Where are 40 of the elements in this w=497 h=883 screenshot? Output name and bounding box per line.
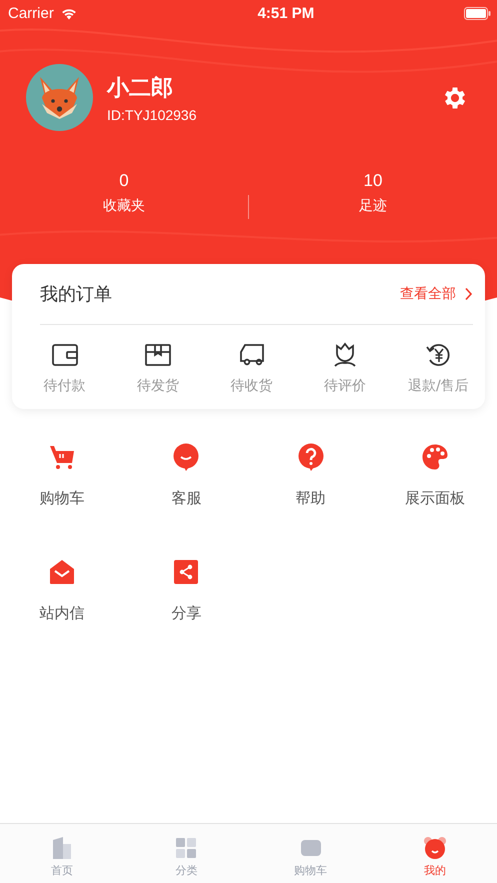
carrier-text: Carrier [8, 4, 54, 22]
fox-avatar[interactable] [26, 64, 93, 131]
order-status-label[interactable]: 待收货 [230, 377, 273, 395]
menu-label[interactable]: 分享 [171, 604, 202, 623]
menu-label[interactable]: 帮助 [296, 489, 326, 508]
bear-face-icon [422, 836, 447, 860]
flower-icon[interactable] [332, 341, 358, 369]
share-icon[interactable] [173, 558, 200, 586]
menu-label[interactable]: 购物车 [40, 489, 85, 508]
user-id: ID:TYJ102936 [107, 106, 198, 122]
mail-icon[interactable] [48, 558, 76, 586]
tab[interactable]: 我的 [372, 824, 497, 883]
refund-icon[interactable] [425, 341, 452, 369]
orders-title: 我的订单 [40, 283, 112, 306]
grid-icon [174, 836, 198, 860]
stat-count[interactable]: 0 [119, 171, 129, 191]
stat-label[interactable]: 足迹 [359, 197, 387, 215]
status-time: 4:51 PM [258, 4, 314, 22]
stat-label[interactable]: 收藏夹 [103, 197, 145, 215]
user-name: 小二郎 [107, 74, 174, 102]
help-icon[interactable] [296, 443, 325, 471]
order-status-label[interactable]: 退款/售后 [408, 377, 469, 395]
menu-label[interactable]: 展示面板 [404, 489, 465, 508]
wallet-icon[interactable] [52, 341, 78, 369]
menu-label[interactable]: 站内信 [40, 604, 85, 623]
package-icon[interactable] [145, 341, 172, 369]
view-all-link[interactable]: 查看全部 [400, 285, 473, 303]
order-status-label[interactable]: 待评价 [324, 377, 366, 395]
stat-count[interactable]: 10 [364, 171, 382, 191]
tab[interactable]: 购物车 [248, 824, 373, 883]
tab[interactable]: 分类 [124, 824, 248, 883]
wifi-icon [60, 6, 78, 20]
tab[interactable]: 首页 [0, 824, 124, 883]
chevron-right-icon [464, 287, 473, 301]
chat-bubble-icon[interactable] [172, 443, 200, 471]
menu-label[interactable]: 客服 [171, 489, 202, 508]
palette-icon[interactable] [420, 443, 449, 471]
battery-icon [464, 6, 491, 20]
order-status-label[interactable]: 待付款 [44, 377, 86, 395]
order-status-label[interactable]: 待发货 [137, 377, 180, 395]
